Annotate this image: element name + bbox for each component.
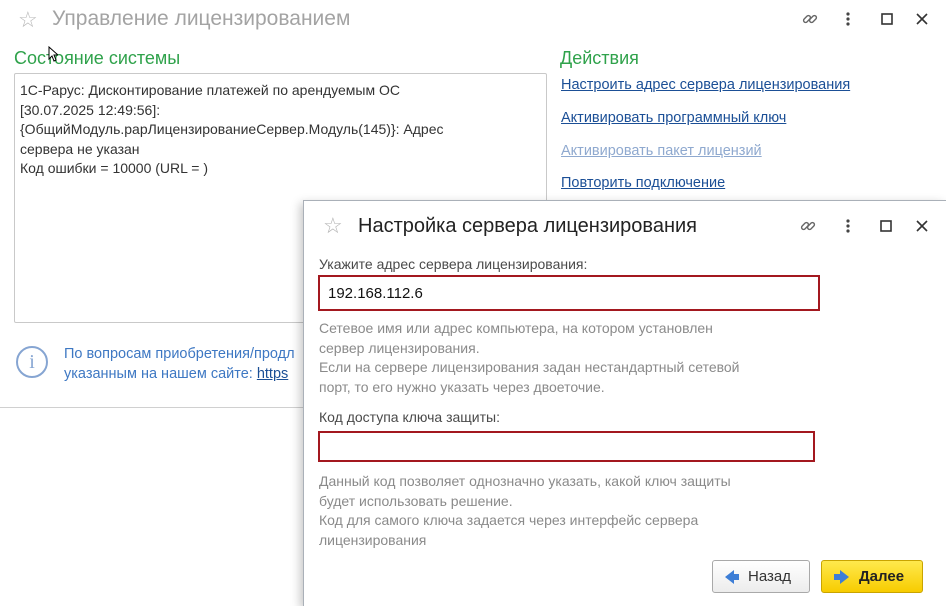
access-code-input[interactable] [318,431,815,462]
window-title: Управление лицензированием [52,7,351,30]
back-button[interactable]: Назад [712,560,810,593]
link-icon[interactable] [800,9,820,29]
arrow-left-icon [725,569,739,584]
more-icon[interactable] [838,216,858,236]
link-icon[interactable] [798,216,818,236]
info-line-1: По вопросам приобретения/продл [64,346,295,362]
close-icon[interactable] [912,9,932,29]
maximize-icon[interactable] [877,9,897,29]
info-line-2: указанным на нашем сайте: https [64,365,304,385]
dialog-title: Настройка сервера лицензирования [358,215,697,237]
next-button[interactable]: Далее [821,560,923,593]
back-button-label: Назад [748,568,791,585]
star-icon[interactable]: ☆ [18,7,38,33]
license-server-settings-dialog: ☆ Настройка сервера лицензирования Укажи… [303,200,946,606]
access-code-hint: Данный код позволяет однозначно указать,… [319,473,731,548]
activate-software-key-link[interactable]: Активировать программный ключ [561,110,786,126]
configure-server-link[interactable]: Настроить адрес сервера лицензирования [561,77,850,93]
site-link[interactable]: https [257,366,288,382]
actions-heading: Действия [560,48,639,68]
info-text: По вопросам приобретения/продл указанным… [64,345,304,384]
activate-license-pack-link: Активировать пакет лицензий [561,143,762,159]
retry-connection-link[interactable]: Повторить подключение [561,175,725,191]
server-address-input[interactable] [318,275,820,311]
info-line-2-text: указанным на нашем сайте: [64,365,257,382]
star-icon[interactable]: ☆ [323,213,343,239]
maximize-icon[interactable] [876,216,896,236]
next-button-label: Далее [859,568,905,585]
mouse-cursor-icon [48,46,58,62]
server-address-hint: Сетевое имя или адрес компьютера, на кот… [319,320,740,395]
access-code-label: Код доступа ключа защиты: [319,409,500,425]
more-icon[interactable] [838,9,858,29]
system-state-heading: Состояние системы [14,48,181,68]
arrow-right-icon [834,569,849,584]
server-address-label: Укажите адрес сервера лицензирования: [319,256,588,272]
close-icon[interactable] [912,216,932,236]
title-bar: ☆ Управление лицензированием [0,0,946,40]
info-icon: i [16,346,48,378]
